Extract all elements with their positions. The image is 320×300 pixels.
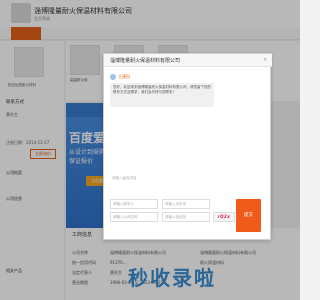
company-name-input[interactable]: 请输入公司名称 [110, 212, 158, 222]
phone-placeholder: 请输入手机号 [165, 202, 186, 206]
sender-name: 王建田 [118, 74, 130, 79]
greeting-message: 您好，欢迎来到淄博隆量耐火保温材料有限公司，请您留下您的联系方式及需求，我们会尽… [110, 83, 214, 107]
inquiry-dialog: 淄博隆量耐火保温材料有限公司 × 王建田 您好，欢迎来到淄博隆量耐火保温材料有限… [103, 53, 272, 240]
message-placeholder-text: 请输入留言内容 [112, 176, 137, 180]
message-input-placeholder[interactable]: 请输入留言内容 [110, 174, 230, 184]
avatar [110, 74, 116, 80]
close-icon[interactable]: × [263, 57, 267, 63]
contact-name-placeholder: 请输入联系人 [113, 202, 134, 206]
submit-button[interactable]: 提交 [236, 199, 261, 232]
phone-input[interactable]: 请输入手机号 [162, 199, 210, 209]
contact-name-input[interactable]: 请输入联系人 [110, 199, 158, 209]
captcha-input[interactable]: 请输入验证码 [162, 212, 210, 222]
captcha-image[interactable]: rQ2x [213, 212, 235, 222]
dialog-title: 淄博隆量耐火保温材料有限公司 [110, 58, 181, 64]
captcha-placeholder: 请输入验证码 [165, 215, 186, 219]
company-name-placeholder: 请输入公司名称 [113, 215, 138, 219]
